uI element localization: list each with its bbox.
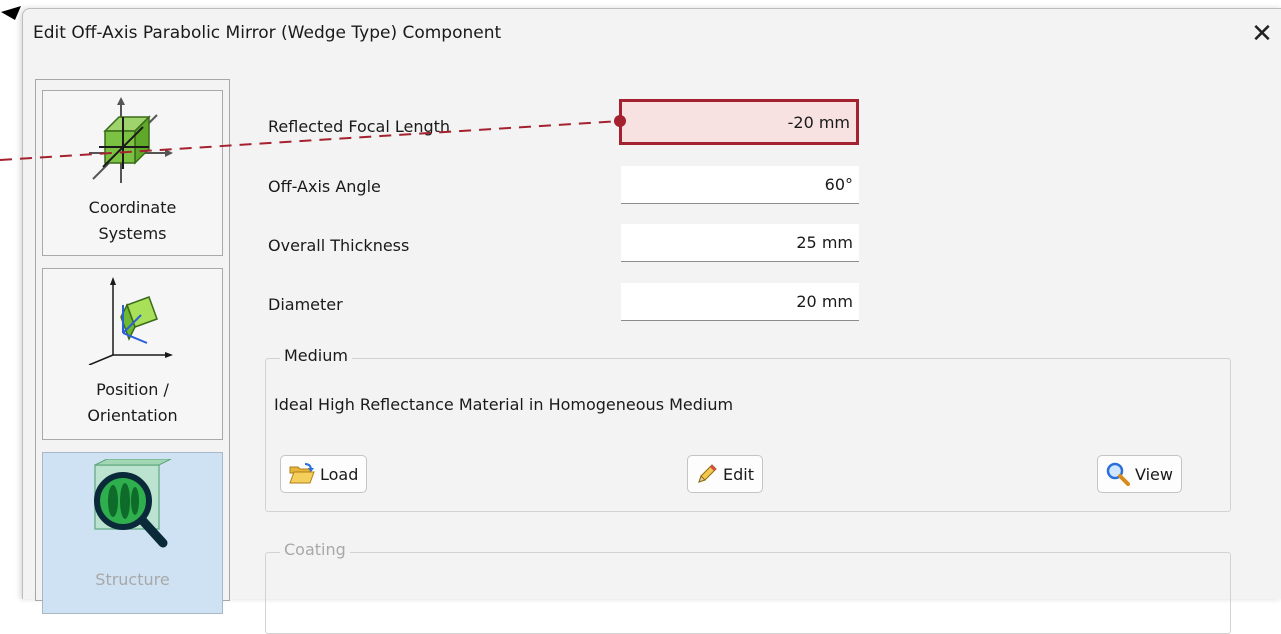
medium-group-title: Medium [280, 346, 352, 365]
diameter-label: Diameter [268, 295, 343, 314]
coordinate-systems-icon [89, 97, 173, 183]
thickness-input[interactable] [621, 224, 859, 262]
sidebar-item-position-orientation[interactable]: Position / Orientation [42, 268, 223, 440]
load-button-label: Load [320, 464, 359, 484]
position-orientation-icon [88, 277, 173, 365]
view-button-label: View [1135, 464, 1173, 484]
off-axis-angle-label: Off-Axis Angle [268, 177, 381, 196]
focal-length-label: Reflected Focal Length [268, 117, 451, 136]
pencil-icon [698, 464, 717, 483]
load-button[interactable]: Load [280, 455, 368, 493]
sidebar: Coordinate Systems Position / Orientatio… [35, 79, 230, 614]
window-title: Edit Off-Axis Parabolic Mirror (Wedge Ty… [33, 23, 502, 43]
close-button[interactable]: ✕ [1245, 17, 1279, 51]
off-axis-angle-input[interactable] [621, 166, 859, 204]
structure-icon [94, 459, 172, 548]
coating-group-title: Coating [280, 540, 350, 559]
title-bar: Edit Off-Axis Parabolic Mirror (Wedge Ty… [23, 9, 1281, 59]
arrow-pointer-icon [1, 6, 21, 20]
sidebar-item-label: Structure [95, 570, 170, 589]
magnifier-icon [1106, 462, 1130, 486]
edit-button-label: Edit [723, 464, 754, 484]
folder-open-icon [289, 463, 315, 484]
thickness-label: Overall Thickness [268, 236, 410, 255]
sidebar-item-structure[interactable]: Structure [42, 452, 223, 614]
coating-group: Coating [265, 540, 1231, 634]
sidebar-item-label: Coordinate Systems [88, 198, 177, 243]
edit-button[interactable]: Edit [687, 455, 763, 493]
focal-length-input[interactable] [619, 99, 859, 145]
medium-group: Medium Ideal High Reflectance Material i… [265, 346, 1231, 512]
edit-component-dialog: Edit Off-Axis Parabolic Mirror (Wedge Ty… [22, 8, 1281, 634]
sidebar-item-coordinate-systems[interactable]: Coordinate Systems [42, 90, 223, 256]
medium-description: Ideal High Reflectance Material in Homog… [274, 395, 734, 414]
view-button[interactable]: View [1097, 455, 1182, 493]
sidebar-item-label: Position / Orientation [87, 380, 178, 425]
diameter-input[interactable] [621, 283, 859, 321]
